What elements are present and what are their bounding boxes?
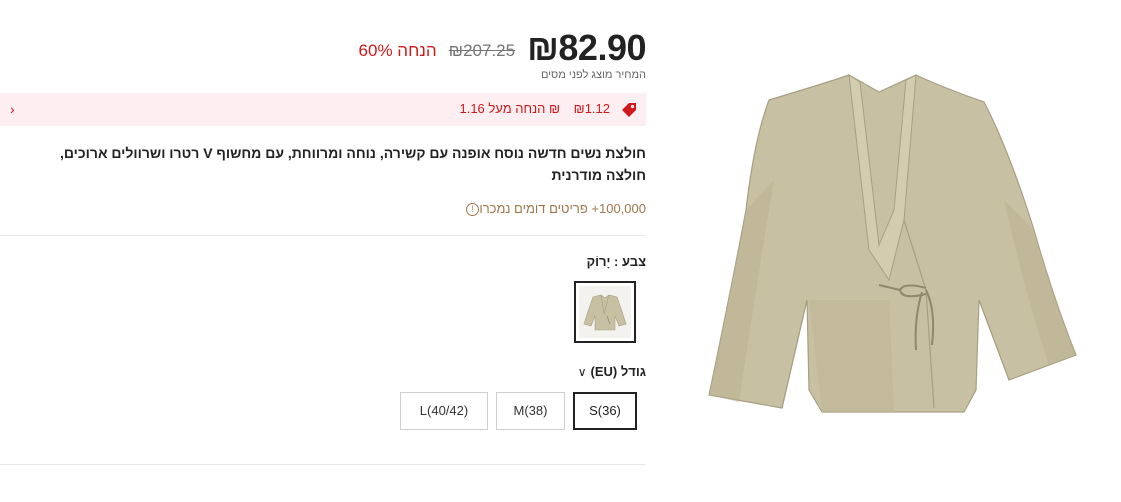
promo-amount: ₪1.12: [573, 101, 610, 116]
product-image[interactable]: [664, 0, 1121, 502]
color-swatch-green[interactable]: [574, 281, 636, 343]
divider: [0, 235, 646, 236]
size-label-text: גודל (EU): [590, 364, 647, 379]
info-icon[interactable]: !: [466, 203, 480, 217]
size-option-m[interactable]: M(38): [496, 392, 565, 430]
promo-condition: ₪ הנחה מעל 1.16: [459, 101, 561, 116]
size-label[interactable]: גודל (EU) ∨: [578, 364, 646, 379]
promo-text: ₪1.12 ₪ הנחה מעל 1.16: [459, 101, 610, 116]
color-label: צבע : יָרוֹק: [586, 254, 646, 269]
divider: [0, 464, 646, 465]
swatch-thumbnail: [579, 286, 631, 338]
sold-text: 100,000+ פריטים דומים נמכרו: [479, 201, 646, 216]
original-price: ₪207.25: [448, 41, 516, 60]
tag-icon: [622, 103, 636, 117]
current-price: ₪82.90: [527, 27, 646, 68]
blouse-thumbnail-icon: [583, 294, 627, 331]
tax-note: המחיר מוצג לפני מסים: [540, 69, 646, 81]
blouse-image: [708, 74, 1077, 413]
promo-banner[interactable]: › ₪1.12 ₪ הנחה מעל 1.16: [0, 93, 646, 126]
sold-count: 100,000+ פריטים דומים נמכרו!: [464, 201, 646, 217]
price-row: ₪82.90 ₪207.25 60% הנחה: [300, 22, 647, 68]
discount-badge: 60% הנחה: [358, 41, 437, 60]
size-option-s[interactable]: S(36): [573, 392, 637, 430]
product-title: חולצת נשים חדשה נוסח אופנה עם קשירה, נוח…: [59, 145, 646, 183]
chevron-down-icon[interactable]: ∨: [578, 365, 587, 379]
chevron-left-icon[interactable]: ›: [10, 101, 15, 117]
size-option-l[interactable]: L(40/42): [400, 392, 488, 430]
